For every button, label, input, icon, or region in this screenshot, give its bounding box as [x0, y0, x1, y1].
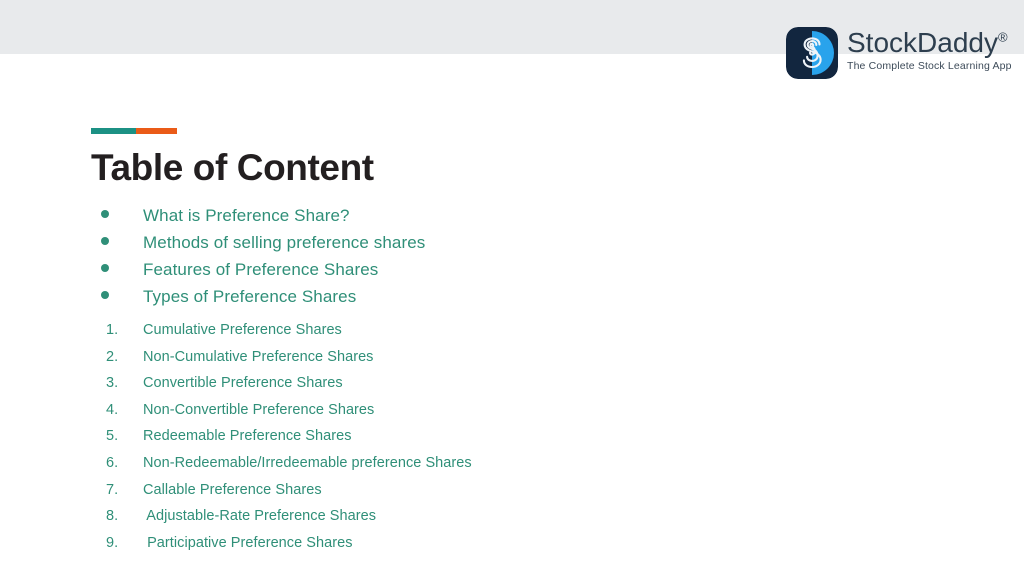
- bullet-item-label: Features of Preference Shares: [143, 260, 379, 279]
- list-item: 6. Non-Redeemable/Irredeemable preferenc…: [106, 455, 472, 482]
- bullet-dot-icon: [101, 237, 109, 245]
- list-item: 7. Callable Preference Shares: [106, 482, 472, 509]
- list-item-index: 5.: [106, 428, 119, 445]
- registered-trademark-icon: ®: [997, 29, 1008, 45]
- list-item: 4. Non-Convertible Preference Shares: [106, 402, 472, 429]
- list-item-index: 8.: [106, 508, 119, 525]
- list-item: What is Preference Share?: [101, 206, 425, 233]
- list-item-label: Callable Preference Shares: [143, 481, 322, 498]
- bullet-list: What is Preference Share? Methods of sel…: [101, 206, 425, 314]
- list-item: 9. Participative Preference Shares: [106, 535, 472, 562]
- list-item-index: 4.: [106, 401, 119, 418]
- list-item-index: 9.: [106, 534, 119, 551]
- bullet-item-label: Methods of selling preference shares: [143, 233, 426, 252]
- list-item-index: 3.: [106, 375, 119, 392]
- list-item: 2. Non-Cumulative Preference Shares: [106, 349, 472, 376]
- list-item-label: Non-Convertible Preference Shares: [143, 401, 375, 418]
- accent-bar-orange-segment: [136, 128, 177, 134]
- list-item-label: Non-Redeemable/Irredeemable preference S…: [143, 454, 472, 471]
- list-item-index: 7.: [106, 481, 119, 498]
- title-block: Table of Content: [91, 128, 374, 189]
- accent-bar: [91, 128, 177, 134]
- brand-name: StockDaddy®: [847, 28, 1012, 57]
- list-item-label: Non-Cumulative Preference Shares: [143, 348, 374, 365]
- brand-name-text: StockDaddy: [847, 27, 998, 58]
- list-item-label: Redeemable Preference Shares: [143, 428, 352, 445]
- list-item-label: Adjustable-Rate Preference Shares: [143, 508, 377, 525]
- list-item-label: Cumulative Preference Shares: [143, 322, 342, 338]
- list-item: Features of Preference Shares: [101, 260, 425, 287]
- list-item: 3. Convertible Preference Shares: [106, 375, 472, 402]
- list-item-index: 1.: [106, 322, 119, 338]
- page-title: Table of Content: [91, 147, 374, 188]
- accent-bar-teal-segment: [91, 128, 136, 134]
- list-item-label: Convertible Preference Shares: [143, 375, 343, 392]
- bullet-item-label: What is Preference Share?: [143, 206, 350, 225]
- bullet-dot-icon: [101, 291, 109, 299]
- bullet-dot-icon: [101, 210, 109, 218]
- list-item-label: Participative Preference Shares: [143, 534, 353, 551]
- list-item: 5. Redeemable Preference Shares: [106, 428, 472, 455]
- list-item: Types of Preference Shares: [101, 287, 425, 314]
- list-item: Methods of selling preference shares: [101, 233, 425, 260]
- list-item: 1. Cumulative Preference Shares: [106, 322, 472, 349]
- bullet-item-label: Types of Preference Shares: [143, 287, 357, 306]
- brand-logo: StockDaddy® The Complete Stock Learning …: [786, 27, 1012, 79]
- bullet-dot-icon: [101, 264, 109, 272]
- numbered-list: 1. Cumulative Preference Shares 2. Non-C…: [106, 322, 472, 561]
- list-item-index: 2.: [106, 348, 119, 365]
- stockdaddy-s-logo-icon: [786, 27, 838, 79]
- brand-text-block: StockDaddy® The Complete Stock Learning …: [847, 27, 1012, 73]
- list-item: 8. Adjustable-Rate Preference Shares: [106, 508, 472, 535]
- brand-tagline: The Complete Stock Learning App: [847, 60, 1012, 73]
- list-item-index: 6.: [106, 454, 119, 471]
